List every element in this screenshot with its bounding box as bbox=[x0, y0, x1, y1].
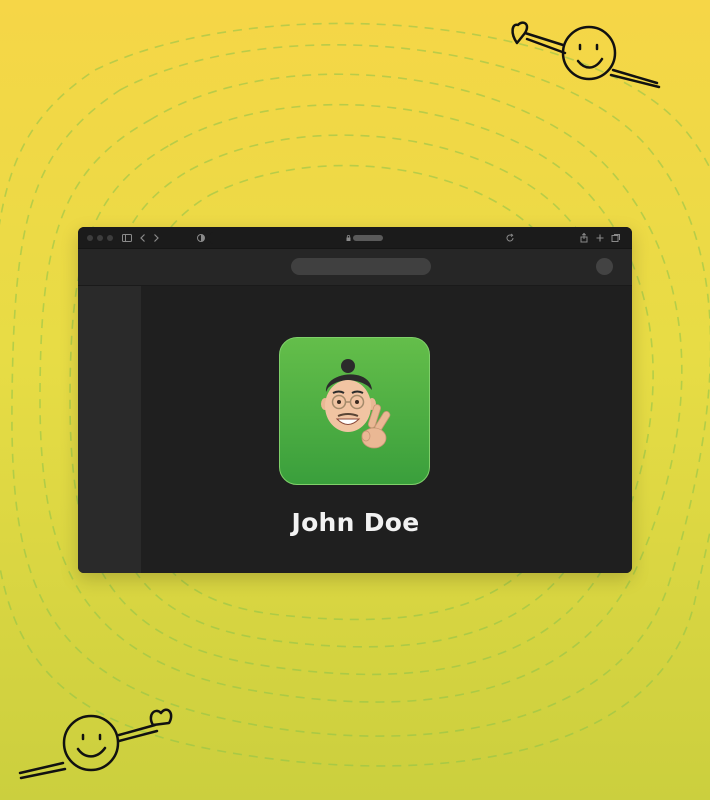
minimize-window-icon[interactable] bbox=[97, 235, 103, 241]
reload-icon[interactable] bbox=[504, 232, 516, 244]
shield-icon[interactable] bbox=[195, 232, 207, 244]
smiley-with-heart-icon bbox=[511, 21, 661, 89]
address-bar[interactable] bbox=[210, 232, 518, 244]
sidebar-toggle-icon[interactable] bbox=[121, 232, 133, 244]
close-window-icon[interactable] bbox=[87, 235, 93, 241]
url-placeholder bbox=[353, 235, 383, 241]
profile-avatar bbox=[279, 337, 430, 485]
account-avatar[interactable] bbox=[596, 258, 613, 275]
sidebar bbox=[78, 286, 141, 573]
search-bar-placeholder[interactable] bbox=[291, 258, 431, 275]
profile-name: John Doe bbox=[291, 508, 420, 537]
back-chevron-icon[interactable] bbox=[137, 232, 149, 244]
plus-icon[interactable] bbox=[594, 232, 606, 244]
smiley-with-heart-icon bbox=[18, 708, 173, 780]
memoji-peace-sign-icon bbox=[321, 359, 391, 449]
zoom-window-icon[interactable] bbox=[107, 235, 113, 241]
main-content: John Doe bbox=[141, 286, 632, 573]
page-header bbox=[78, 249, 632, 286]
tabs-icon[interactable] bbox=[610, 232, 622, 244]
lock-icon bbox=[346, 235, 351, 241]
forward-chevron-icon[interactable] bbox=[150, 232, 162, 244]
browser-window: John Doe bbox=[78, 227, 632, 573]
share-icon[interactable] bbox=[578, 232, 590, 244]
title-bar bbox=[78, 227, 632, 249]
